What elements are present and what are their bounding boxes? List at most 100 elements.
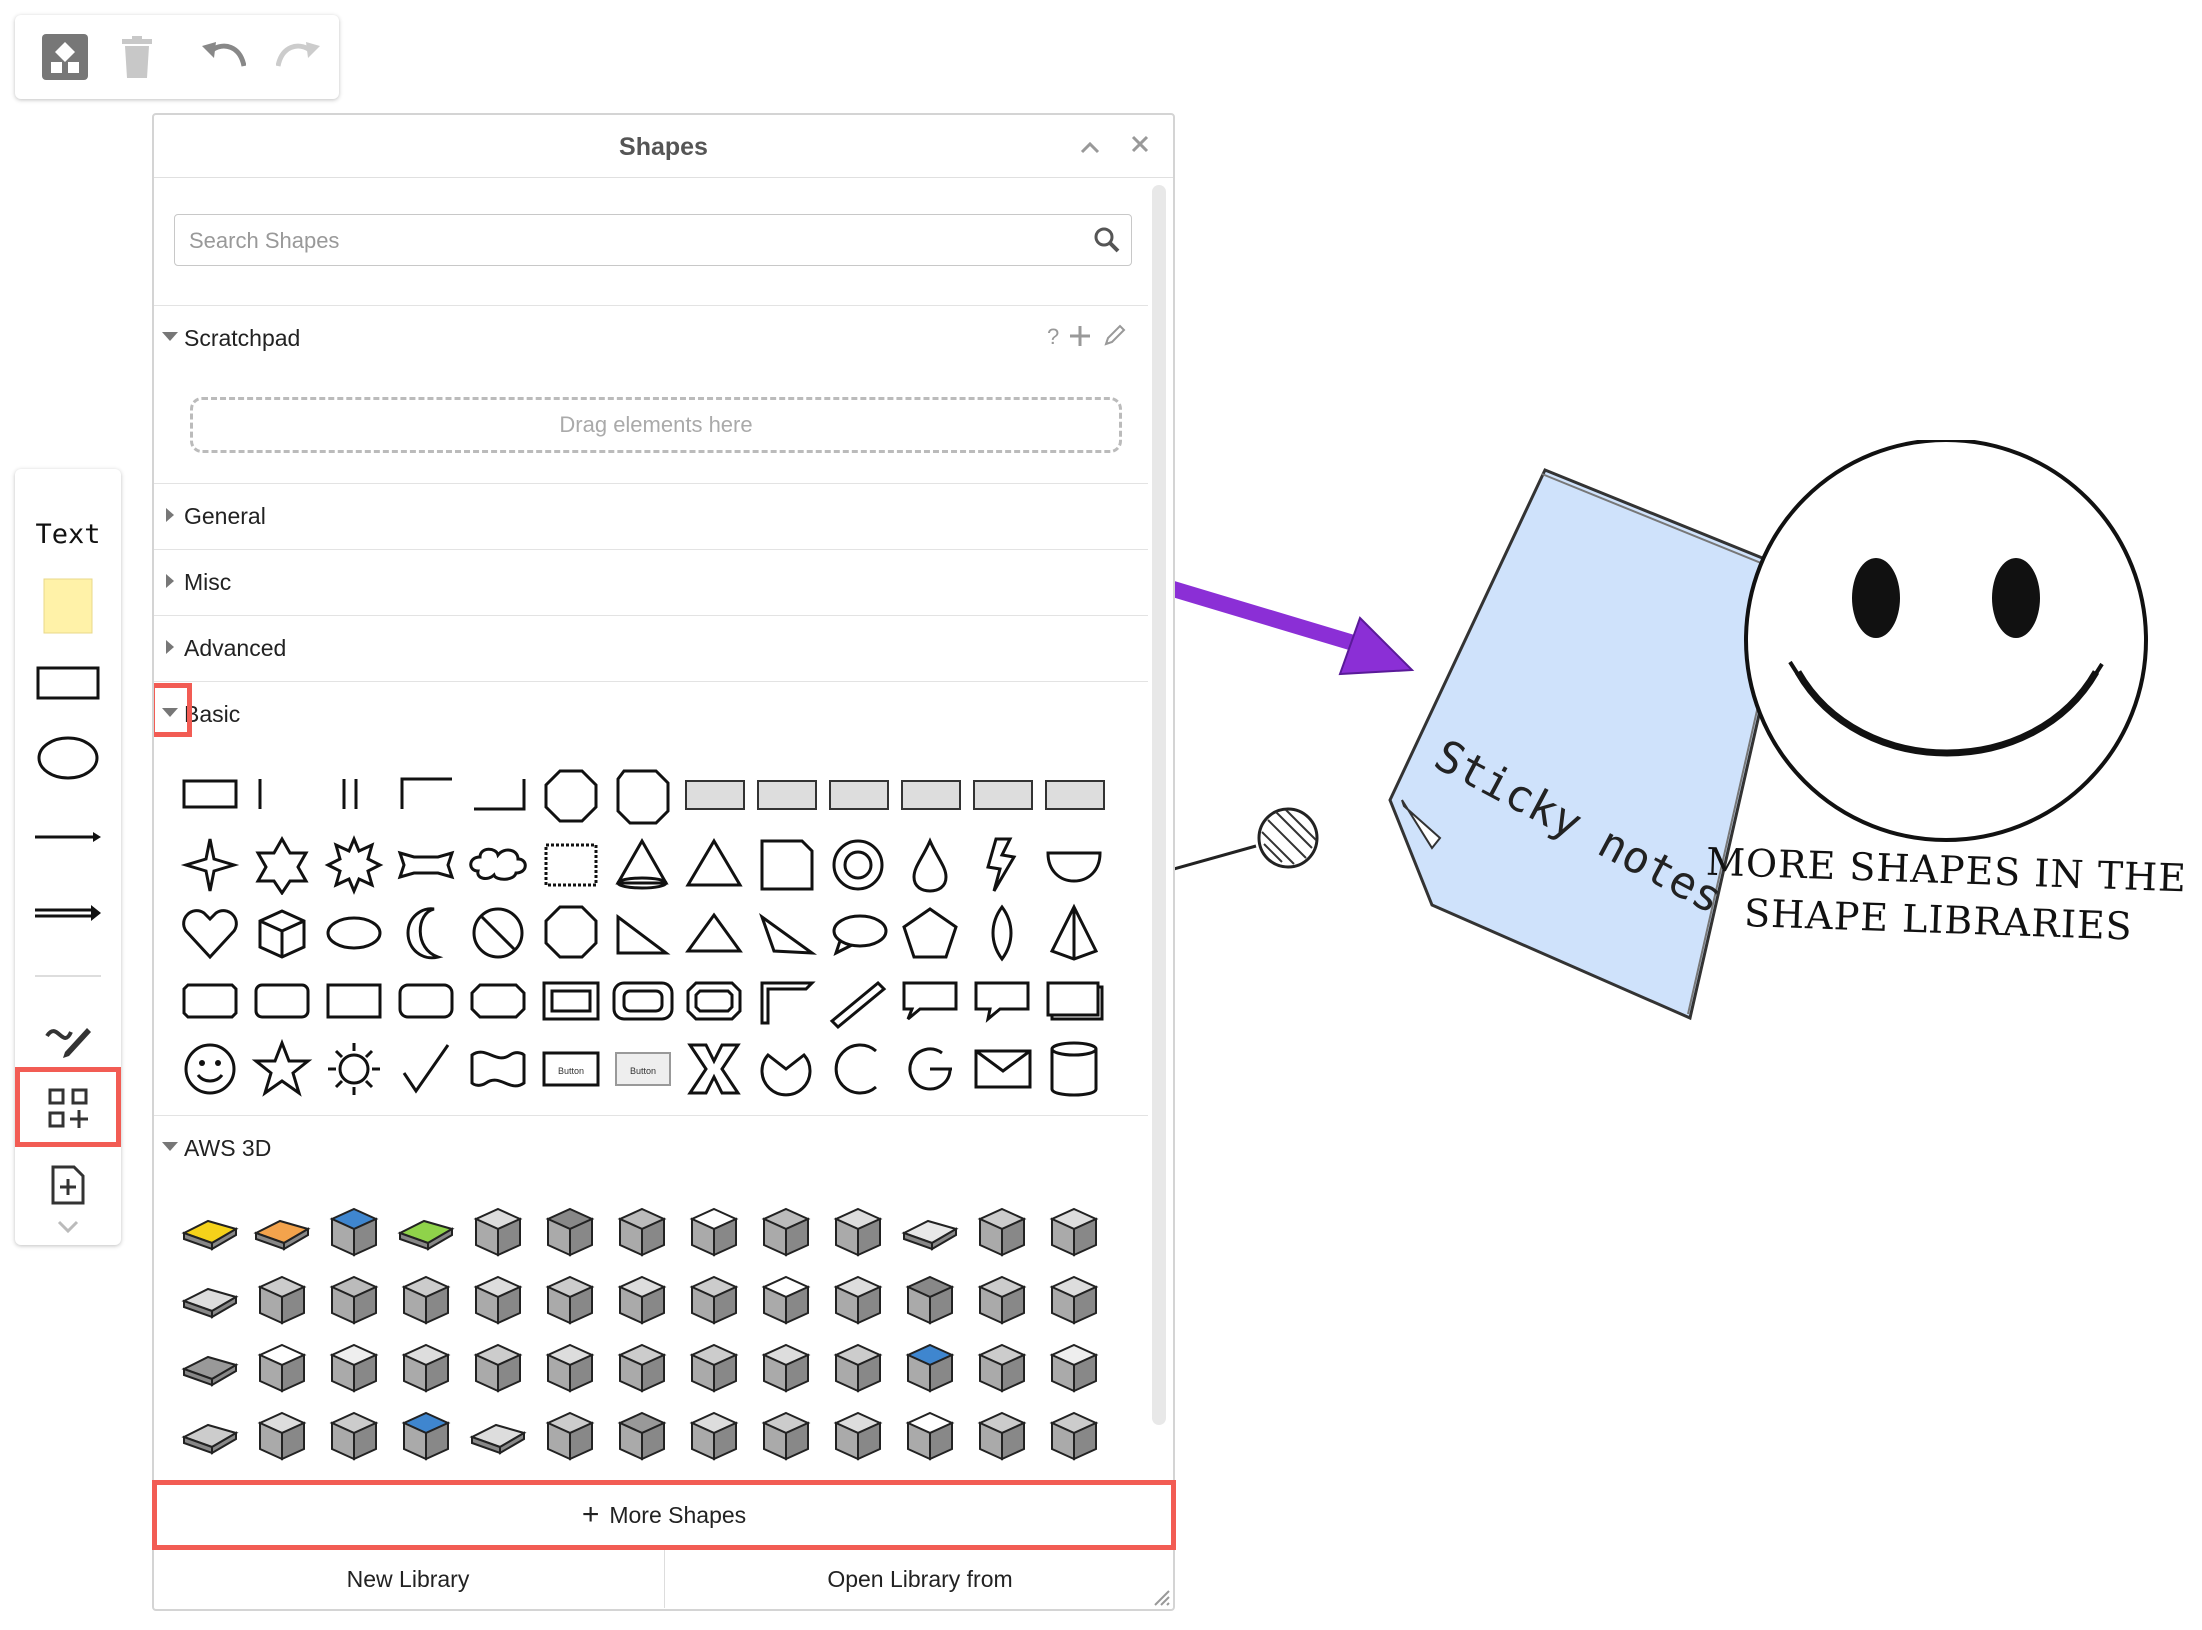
aws3d-shape-39[interactable]: [1038, 1333, 1110, 1401]
aws3d-shape-43[interactable]: [390, 1401, 462, 1469]
basic-shape-42[interactable]: [318, 967, 390, 1035]
basic-shape-63[interactable]: [894, 1035, 966, 1103]
basic-shape-14[interactable]: [174, 831, 246, 899]
aws3d-shape-26[interactable]: [1038, 1265, 1110, 1333]
basic-shape-45[interactable]: [534, 967, 606, 1035]
basic-shape-18[interactable]: [462, 831, 534, 899]
basic-shape-56[interactable]: [390, 1035, 462, 1103]
basic-shape-29[interactable]: [318, 899, 390, 967]
basic-shape-65[interactable]: [1038, 1035, 1110, 1103]
basic-shape-1[interactable]: [174, 763, 246, 831]
aws3d-shape-19[interactable]: [534, 1265, 606, 1333]
basic-shape-51[interactable]: [966, 967, 1038, 1035]
aws3d-shape-1[interactable]: [174, 1197, 246, 1265]
sticky-note-tool[interactable]: [15, 573, 121, 639]
scratchpad-dropzone[interactable]: Drag elements here: [190, 397, 1122, 453]
rectangle-tool[interactable]: [15, 653, 121, 713]
undo-icon[interactable]: [193, 29, 253, 85]
resize-grip-icon[interactable]: [1149, 1585, 1171, 1607]
basic-shape-16[interactable]: [318, 831, 390, 899]
aws3d-shape-15[interactable]: [246, 1265, 318, 1333]
aws3d-shape-38[interactable]: [966, 1333, 1038, 1401]
aws3d-shape-33[interactable]: [606, 1333, 678, 1401]
aws3d-shape-11[interactable]: [894, 1197, 966, 1265]
basic-shape-35[interactable]: [750, 899, 822, 967]
open-library-button[interactable]: Open Library from: [665, 1550, 1175, 1608]
aws3d-shape-17[interactable]: [390, 1265, 462, 1333]
aws3d-shape-8[interactable]: [678, 1197, 750, 1265]
scratchpad-add-icon[interactable]: [1068, 324, 1092, 348]
basic-shape-4[interactable]: [390, 763, 462, 831]
basic-shape-10[interactable]: [822, 763, 894, 831]
aws3d-shape-50[interactable]: [894, 1401, 966, 1469]
ellipse-tool[interactable]: [15, 727, 121, 789]
basic-shape-59[interactable]: Button: [606, 1035, 678, 1103]
basic-shape-62[interactable]: [822, 1035, 894, 1103]
basic-shape-39[interactable]: [1038, 899, 1110, 967]
section-misc[interactable]: Misc: [154, 549, 1148, 614]
basic-shape-49[interactable]: [822, 967, 894, 1035]
aws3d-shape-46[interactable]: [606, 1401, 678, 1469]
section-basic[interactable]: Basic: [154, 681, 1148, 746]
basic-shape-61[interactable]: [750, 1035, 822, 1103]
section-general[interactable]: General: [154, 483, 1148, 548]
more-shapes-button[interactable]: + More Shapes: [152, 1480, 1176, 1550]
aws3d-shape-44[interactable]: [462, 1401, 534, 1469]
basic-shape-41[interactable]: [246, 967, 318, 1035]
chevron-down-icon[interactable]: [15, 1213, 121, 1241]
aws3d-shape-41[interactable]: [246, 1401, 318, 1469]
aws3d-shape-10[interactable]: [822, 1197, 894, 1265]
basic-shape-24[interactable]: [894, 831, 966, 899]
basic-shape-54[interactable]: [246, 1035, 318, 1103]
basic-shape-20[interactable]: [606, 831, 678, 899]
format-icon[interactable]: [35, 29, 95, 85]
basic-shape-17[interactable]: [390, 831, 462, 899]
basic-shape-25[interactable]: [966, 831, 1038, 899]
search-icon[interactable]: [1093, 226, 1121, 254]
basic-shape-43[interactable]: [390, 967, 462, 1035]
section-advanced[interactable]: Advanced: [154, 615, 1148, 680]
basic-shape-23[interactable]: [822, 831, 894, 899]
freehand-tool[interactable]: [15, 1003, 121, 1069]
purple-arrow[interactable]: [1170, 580, 1415, 676]
line-tool[interactable]: [15, 807, 121, 867]
connector-line[interactable]: [1170, 807, 1319, 872]
aws3d-shape-42[interactable]: [318, 1401, 390, 1469]
aws3d-shape-36[interactable]: [822, 1333, 894, 1401]
aws3d-shape-13[interactable]: [1038, 1197, 1110, 1265]
basic-shape-6[interactable]: [534, 763, 606, 831]
text-tool[interactable]: Text: [15, 509, 121, 559]
basic-shape-7[interactable]: [606, 763, 678, 831]
aws3d-shape-9[interactable]: [750, 1197, 822, 1265]
aws3d-shape-23[interactable]: [822, 1265, 894, 1333]
basic-shape-12[interactable]: [966, 763, 1038, 831]
basic-shape-50[interactable]: [894, 967, 966, 1035]
basic-shape-8[interactable]: [678, 763, 750, 831]
aws3d-shape-20[interactable]: [606, 1265, 678, 1333]
redo-icon[interactable]: [269, 29, 329, 85]
basic-shape-64[interactable]: [966, 1035, 1038, 1103]
aws3d-shape-34[interactable]: [678, 1333, 750, 1401]
aws3d-shape-35[interactable]: [750, 1333, 822, 1401]
basic-shape-30[interactable]: [390, 899, 462, 967]
basic-shape-57[interactable]: [462, 1035, 534, 1103]
basic-shape-44[interactable]: [462, 967, 534, 1035]
aws3d-shape-30[interactable]: [390, 1333, 462, 1401]
basic-shape-26[interactable]: [1038, 831, 1110, 899]
arrow-tool[interactable]: [15, 883, 121, 943]
aws3d-shape-18[interactable]: [462, 1265, 534, 1333]
basic-shape-28[interactable]: [246, 899, 318, 967]
aws3d-shape-2[interactable]: [246, 1197, 318, 1265]
basic-shape-13[interactable]: [1038, 763, 1110, 831]
aws3d-shape-31[interactable]: [462, 1333, 534, 1401]
basic-shape-38[interactable]: [966, 899, 1038, 967]
aws3d-shape-5[interactable]: [462, 1197, 534, 1265]
basic-shape-19[interactable]: [534, 831, 606, 899]
aws3d-shape-48[interactable]: [750, 1401, 822, 1469]
aws3d-shape-32[interactable]: [534, 1333, 606, 1401]
aws3d-shape-14[interactable]: [174, 1265, 246, 1333]
aws3d-shape-27[interactable]: [174, 1333, 246, 1401]
basic-shape-9[interactable]: [750, 763, 822, 831]
basic-shape-2[interactable]: [246, 763, 318, 831]
basic-shape-36[interactable]: [822, 899, 894, 967]
